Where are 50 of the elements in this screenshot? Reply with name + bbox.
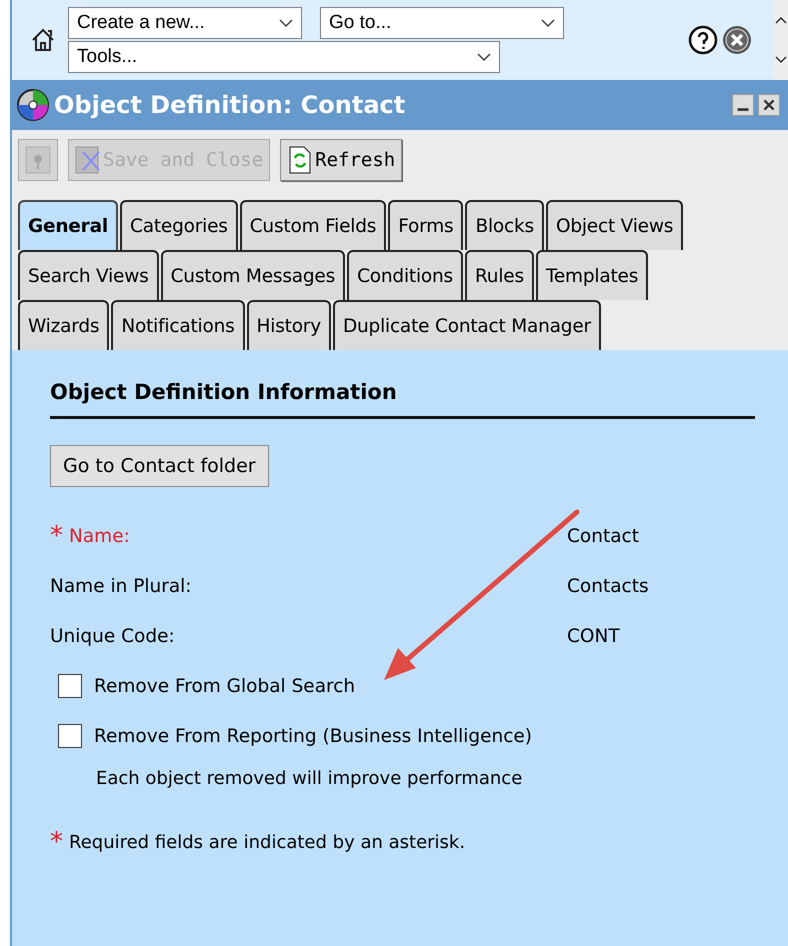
checkbox[interactable] (58, 674, 82, 698)
chevron-down-icon (279, 19, 293, 27)
section-title: Object Definition Information (50, 380, 755, 419)
save-close-icon (75, 146, 101, 174)
tab[interactable]: History (246, 300, 331, 350)
tab[interactable]: Blocks (465, 200, 544, 250)
disc-icon (16, 88, 50, 122)
field-value: Contacts (567, 576, 649, 596)
required-asterisk: * (50, 827, 63, 857)
required-asterisk: * (50, 521, 63, 551)
window-title: Object Definition: Contact (54, 91, 406, 119)
home-icon[interactable] (30, 27, 56, 53)
tab[interactable]: Rules (464, 250, 534, 300)
field-value: CONT (567, 626, 620, 646)
refresh-button[interactable]: Refresh (280, 139, 402, 181)
field-label: Name: (69, 526, 130, 546)
tab[interactable]: Forms (388, 200, 464, 250)
tab[interactable]: Conditions (347, 250, 463, 300)
minimize-button[interactable] (732, 94, 754, 116)
dropdown[interactable]: Go to... (320, 7, 564, 39)
scroll-down-icon[interactable] (775, 56, 787, 64)
note-text: Each object removed will improve performance (96, 766, 524, 790)
tab[interactable]: General (18, 200, 118, 250)
tab[interactable]: Notifications (111, 300, 245, 350)
folder-button[interactable]: Go to Contact folder (50, 445, 269, 487)
tab[interactable]: Duplicate Contact Manager (332, 300, 601, 350)
chevron-down-icon (541, 19, 555, 27)
field-value: Contact (567, 526, 639, 546)
field-label: Unique Code: (50, 626, 175, 646)
dropdown[interactable]: Tools... (68, 41, 500, 73)
close-icon[interactable] (722, 25, 752, 55)
help-icon[interactable] (688, 25, 718, 55)
tab[interactable]: Categories (120, 200, 238, 250)
scroll-up-icon[interactable] (775, 16, 787, 24)
footnote-text: Required fields are indicated by an asterisk. (69, 832, 466, 852)
tab[interactable]: Custom Fields (240, 200, 386, 250)
chevron-down-icon (477, 53, 491, 61)
scrollbar[interactable] (774, 0, 788, 80)
tab[interactable]: Search Views (18, 250, 159, 300)
close-button[interactable] (758, 94, 780, 116)
tab[interactable]: Object Views (546, 200, 684, 250)
checkbox-label: Remove From Reporting (Business Intelligence) (94, 726, 532, 746)
checkbox-label: Remove From Global Search (94, 676, 356, 696)
tab[interactable]: Wizards (18, 300, 110, 350)
tab[interactable]: Custom Messages (160, 250, 346, 300)
refresh-icon (287, 146, 314, 174)
field-label: Name in Plural: (50, 576, 192, 596)
checkbox[interactable] (58, 724, 82, 748)
dropdown[interactable]: Create a new... (68, 7, 302, 39)
tab[interactable]: Templates (536, 250, 648, 300)
